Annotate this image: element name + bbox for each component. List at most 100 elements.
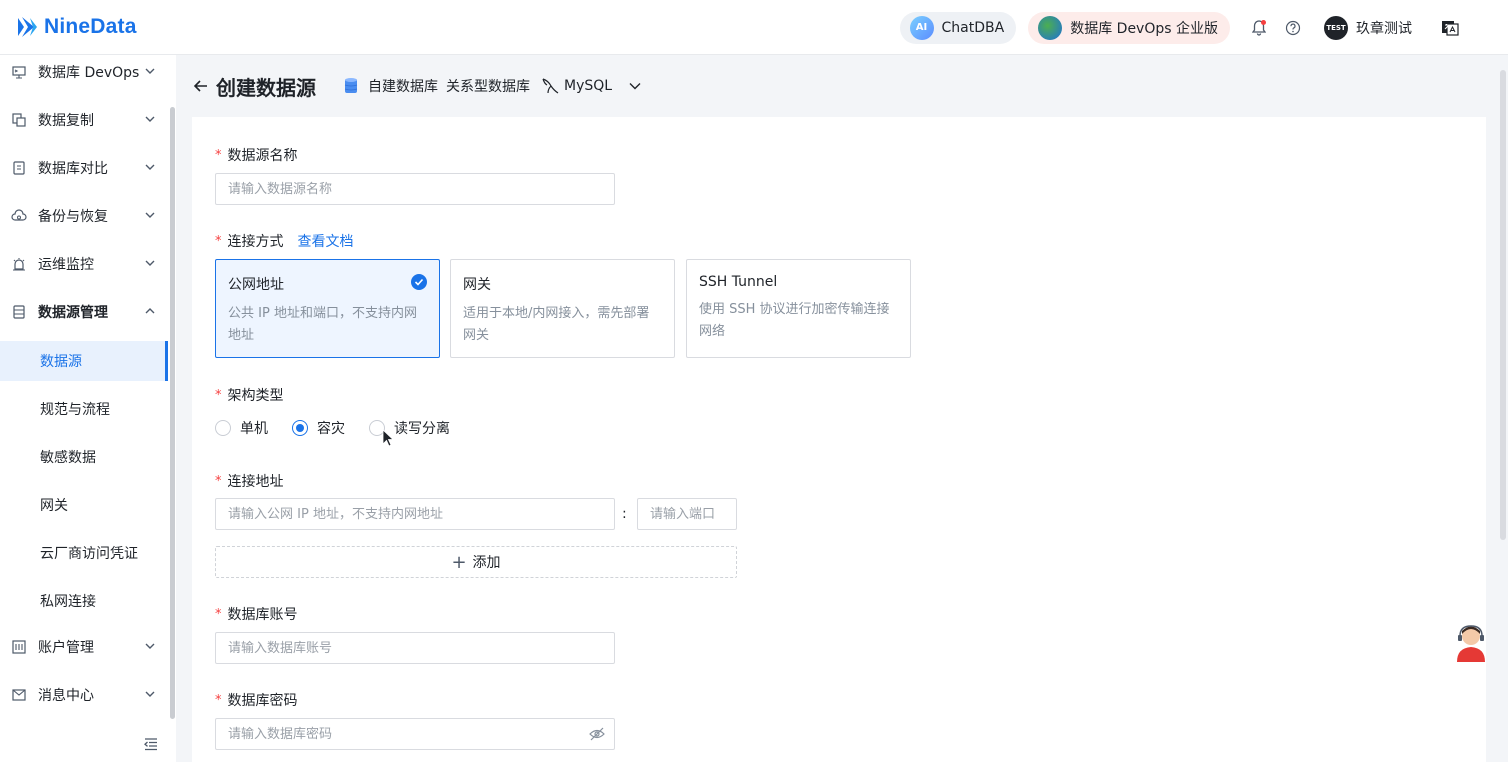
- field-label-account: * 数据库账号: [215, 604, 298, 624]
- back-arrow-icon[interactable]: [192, 77, 210, 95]
- add-address-button[interactable]: + 添加: [215, 546, 737, 578]
- user-avatar[interactable]: TEST: [1324, 15, 1348, 40]
- radio-circle: [215, 420, 231, 436]
- conn-card-ssh[interactable]: SSH Tunnel 使用 SSH 协议进行加密传输连接网络: [686, 259, 911, 358]
- language-switch-icon[interactable]: [1440, 18, 1460, 38]
- help-icon[interactable]: [1283, 18, 1303, 38]
- page-scrollbar[interactable]: [1500, 70, 1506, 540]
- logo-text: NineData: [44, 15, 137, 38]
- label-text: 连接方式: [227, 234, 284, 250]
- label-text: 架构类型: [227, 388, 284, 404]
- required-mark: *: [215, 606, 222, 622]
- mysql-dolphin-icon: [542, 78, 559, 94]
- sidebar-subitem-gateway[interactable]: 网关: [0, 485, 168, 525]
- sidebar-item-backup[interactable]: 备份与恢复: [0, 192, 168, 240]
- sidebar-item-devops[interactable]: 数据库 DevOps: [0, 48, 168, 96]
- field-label-address: * 连接地址: [215, 471, 284, 491]
- sidebar-subitem-private-link[interactable]: 私网连接: [0, 581, 168, 621]
- port-input[interactable]: [637, 498, 737, 530]
- required-mark: *: [215, 147, 222, 163]
- chatdba-label: ChatDBA: [941, 19, 1005, 36]
- label-text: 数据源名称: [227, 148, 298, 164]
- chevron-down-icon: [145, 643, 155, 649]
- chevron-down-icon[interactable]: [628, 79, 642, 93]
- radio-label: 容灾: [317, 421, 345, 437]
- sidebar-subitem-rules[interactable]: 规范与流程: [0, 389, 168, 429]
- card-title: 网关: [463, 277, 491, 293]
- sidebar-item-label: 账户管理: [38, 640, 94, 656]
- conn-card-gateway[interactable]: 网关 适用于本地/内网接入，需先部署网关: [450, 259, 675, 358]
- chevron-down-icon: [145, 116, 155, 122]
- chevron-down-icon: [145, 260, 155, 266]
- sidebar-scrollbar[interactable]: [170, 107, 175, 719]
- sidebar-item-compare[interactable]: 数据库对比: [0, 144, 168, 192]
- support-agent-icon[interactable]: [1451, 622, 1491, 664]
- header-actions: AI ChatDBA 数据库 DevOps 企业版 TEST 玖章测试: [899, 0, 1508, 55]
- page-title: 创建数据源: [216, 75, 316, 100]
- eye-hidden-icon[interactable]: [589, 726, 605, 742]
- required-mark: *: [215, 473, 222, 489]
- bell-icon[interactable]: [1249, 18, 1269, 38]
- devops-edition-label: 数据库 DevOps 企业版: [1070, 20, 1218, 37]
- sidebar-item-account[interactable]: 账户管理: [0, 623, 168, 671]
- arch-radio-single[interactable]: 单机: [215, 418, 268, 438]
- add-label: 添加: [472, 555, 501, 571]
- breadcrumb-category: 关系型数据库: [446, 79, 530, 95]
- field-label-connection: * 连接方式 查看文档: [215, 231, 354, 251]
- sidebar-item-label: 备份与恢复: [38, 209, 108, 225]
- mouse-cursor-icon: [382, 429, 394, 447]
- db-password-input[interactable]: [215, 718, 615, 750]
- top-header: NineData AI ChatDBA 数据库 DevOps 企业版 TEST …: [0, 0, 1508, 55]
- db-password-wrapper: [215, 718, 615, 750]
- database-icon: [11, 304, 27, 320]
- globe-icon: [1038, 15, 1063, 40]
- mail-icon: [11, 687, 27, 703]
- user-name[interactable]: 玖章测试: [1356, 18, 1412, 38]
- check-circle-icon: [411, 274, 427, 290]
- address-input[interactable]: [215, 498, 615, 530]
- devops-edition-button[interactable]: 数据库 DevOps 企业版: [1028, 11, 1230, 44]
- breadcrumb: 创建数据源 自建数据库 关系型数据库 MySQL: [176, 55, 1508, 117]
- breadcrumb-engine[interactable]: MySQL: [564, 78, 612, 94]
- database-cylinder-icon: [344, 78, 358, 93]
- radio-label: 单机: [240, 421, 268, 437]
- ai-icon: AI: [909, 15, 934, 40]
- chevron-down-icon: [145, 68, 155, 74]
- ninedata-logo-icon: [18, 17, 37, 37]
- plus-icon: +: [451, 551, 467, 573]
- view-docs-link[interactable]: 查看文档: [298, 231, 354, 251]
- card-desc: 公共 IP 地址和端口，不支持内网地址: [228, 306, 417, 343]
- monitor-icon: [11, 64, 27, 80]
- sidebar-item-label: 数据库 DevOps: [38, 65, 140, 81]
- collapse-sidebar-icon[interactable]: [143, 736, 159, 752]
- field-label-password: * 数据库密码: [215, 690, 298, 710]
- sidebar-item-label: 消息中心: [38, 688, 94, 704]
- datasource-name-input[interactable]: [215, 173, 615, 205]
- chevron-down-icon: [145, 691, 155, 697]
- breadcrumb-env: 自建数据库: [368, 79, 438, 95]
- label-text: 连接地址: [227, 474, 284, 490]
- card-desc: 使用 SSH 协议进行加密传输连接网络: [699, 302, 890, 339]
- arch-radio-dr[interactable]: 容灾: [292, 418, 345, 438]
- chevron-up-icon: [145, 308, 155, 314]
- sidebar-item-datasource-mgmt[interactable]: 数据源管理: [0, 288, 168, 336]
- sidebar-item-monitor[interactable]: 运维监控: [0, 240, 168, 288]
- sidebar-item-label: 数据复制: [38, 113, 94, 129]
- address-port-separator: :: [622, 506, 627, 522]
- copy-icon: [11, 112, 27, 128]
- sidebar-item-replication[interactable]: 数据复制: [0, 96, 168, 144]
- chatdba-button[interactable]: AI ChatDBA: [899, 11, 1017, 44]
- chevron-down-icon: [145, 164, 155, 170]
- sidebar-item-messages[interactable]: 消息中心: [0, 671, 168, 719]
- logo[interactable]: NineData: [14, 14, 137, 40]
- sidebar-subitem-datasource[interactable]: 数据源: [0, 341, 168, 381]
- label-text: 数据库账号: [227, 607, 298, 623]
- sidebar-subitem-cloud-credentials[interactable]: 云厂商访问凭证: [0, 533, 168, 573]
- sidebar-item-label: 数据库对比: [38, 161, 108, 177]
- sidebar-subitem-sensitive[interactable]: 敏感数据: [0, 437, 168, 477]
- account-icon: [11, 639, 27, 655]
- card-title: SSH Tunnel: [699, 274, 778, 290]
- radio-label: 读写分离: [394, 421, 450, 437]
- db-account-input[interactable]: [215, 632, 615, 664]
- conn-card-public[interactable]: 公网地址 公共 IP 地址和端口，不支持内网地址: [215, 259, 440, 358]
